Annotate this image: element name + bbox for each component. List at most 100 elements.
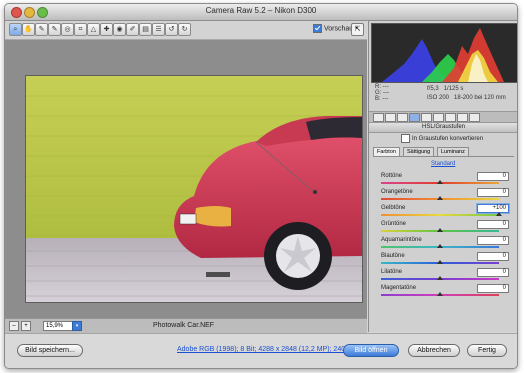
slider-value-field[interactable]: 0: [477, 236, 509, 245]
tool-bar: ⌕ ✋ ✎ ✎ ◎ ⌗ △ ✚ ◉ ✐ ▤ ☰ ↺ ↻ Vorschau ⇱: [5, 21, 367, 40]
zoom-dropdown-icon[interactable]: ▾: [72, 321, 82, 331]
tab-snapshots-icon[interactable]: [469, 113, 480, 122]
camera-info: R: --- G: --- B: --- f/5,3 1/125 s ISO 2…: [369, 83, 517, 109]
slider-value-field[interactable]: 0: [477, 284, 509, 293]
tab-presets-icon[interactable]: [457, 113, 468, 122]
exposure-info: f/5,3 1/125 s: [427, 86, 463, 92]
rgb-readout: R: --- G: --- B: ---: [375, 84, 389, 102]
adjustment-brush-icon[interactable]: ✐: [126, 23, 139, 36]
slider-label: Gelbtöne: [381, 205, 406, 211]
panel-tab-strip: [369, 111, 517, 123]
image-canvas: [5, 40, 367, 318]
open-image-button[interactable]: Bild öffnen: [343, 344, 399, 357]
crop-icon[interactable]: ⌗: [74, 23, 87, 36]
slider-label: Grüntöne: [381, 221, 407, 227]
cancel-button[interactable]: Abbrechen: [408, 344, 460, 357]
slider-value-field[interactable]: 0: [477, 172, 509, 181]
checkbox-icon[interactable]: [401, 134, 410, 143]
slider-label: Lilatöne: [381, 269, 403, 275]
slider-thumb-icon[interactable]: [437, 180, 443, 184]
car-photo: [26, 76, 362, 302]
photo-preview: [25, 75, 363, 303]
slider-thumb-icon[interactable]: [437, 276, 443, 280]
slider-value-field[interactable]: 0: [477, 188, 509, 197]
lens-info: ISO 200 18-200 bei 120 mm: [427, 95, 506, 101]
tab-hue[interactable]: Farbton: [373, 147, 400, 156]
color-sampler-icon[interactable]: ✎: [48, 23, 61, 36]
slider-thumb-icon[interactable]: [437, 196, 443, 200]
done-button[interactable]: Fertig: [467, 344, 507, 357]
tab-saturation[interactable]: Sättigung: [403, 147, 435, 156]
filename-label: Photowalk Car.NEF: [153, 322, 215, 329]
graduated-filter-icon[interactable]: ▤: [139, 23, 152, 36]
tab-lens-icon[interactable]: [433, 113, 444, 122]
slider-0[interactable]: Rottöne 0: [379, 172, 509, 189]
slider-7[interactable]: Magentatöne 0: [379, 284, 509, 301]
lens-value: 18-200 bei 120 mm: [454, 95, 506, 101]
slider-thumb-icon[interactable]: [437, 292, 443, 296]
preview-checkbox[interactable]: Vorschau: [313, 24, 353, 33]
tab-tone-curve-icon[interactable]: [385, 113, 396, 122]
spot-removal-icon[interactable]: ✚: [100, 23, 113, 36]
target-adjust-icon[interactable]: ◎: [61, 23, 74, 36]
straighten-icon[interactable]: △: [87, 23, 100, 36]
grayscale-checkbox[interactable]: In Graustufen konvertieren: [401, 134, 483, 143]
tab-luminance[interactable]: Luminanz: [437, 147, 469, 156]
checkbox-icon[interactable]: [313, 24, 322, 33]
slider-2[interactable]: Gelbtöne +100: [379, 204, 509, 221]
status-bar: – + 15,9% ▾ Photowalk Car.NEF: [5, 318, 367, 333]
slider-label: Blautöne: [381, 253, 405, 259]
panel-title: HSL/Graustufen: [369, 123, 517, 133]
slider-4[interactable]: Aquamarintöne 0: [379, 236, 509, 253]
tab-split-toning-icon[interactable]: [421, 113, 432, 122]
red-eye-icon[interactable]: ◉: [113, 23, 126, 36]
footer-bar: Bild speichern... Adobe RGB (1998); 8 Bi…: [5, 333, 517, 368]
shutter-value: 1/125 s: [443, 86, 464, 92]
adjustment-panel: R: --- G: --- B: --- f/5,3 1/125 s ISO 2…: [368, 21, 517, 332]
zoom-icon[interactable]: ⌕: [9, 23, 22, 36]
title-bar: Camera Raw 5.2 – Nikon D300: [5, 4, 517, 21]
tab-basic-icon[interactable]: [373, 113, 384, 122]
slider-3[interactable]: Grüntöne 0: [379, 220, 509, 237]
zoom-in-icon[interactable]: +: [21, 321, 31, 331]
camera-raw-window: Camera Raw 5.2 – Nikon D300 ⌕ ✋ ✎ ✎ ◎ ⌗ …: [4, 3, 518, 369]
slider-label: Aquamarintöne: [381, 237, 422, 243]
white-balance-icon[interactable]: ✎: [35, 23, 48, 36]
slider-thumb-icon[interactable]: [496, 212, 502, 216]
hsl-subtabs: Farbton Sättigung Luminanz: [373, 147, 514, 157]
slider-value-field[interactable]: 0: [477, 220, 509, 229]
standard-link[interactable]: Standard: [431, 161, 455, 167]
iso-value: ISO 200: [427, 95, 450, 101]
slider-value-field[interactable]: 0: [477, 252, 509, 261]
slider-thumb-icon[interactable]: [437, 244, 443, 248]
preferences-icon[interactable]: ☰: [152, 23, 165, 36]
zoom-out-icon[interactable]: –: [9, 321, 19, 331]
workflow-options-link[interactable]: Adobe RGB (1998); 8 Bit; 4288 x 2848 (12…: [177, 346, 356, 353]
histogram-graph: [382, 28, 504, 82]
aperture-value: f/5,3: [427, 86, 439, 92]
b-label: B:: [375, 96, 381, 102]
tab-detail-icon[interactable]: [397, 113, 408, 122]
tab-hsl-icon[interactable]: [409, 113, 420, 122]
slider-label: Orangetöne: [381, 189, 413, 195]
slider-1[interactable]: Orangetöne 0: [379, 188, 509, 205]
rotate-left-icon[interactable]: ↺: [165, 23, 178, 36]
window-title: Camera Raw 5.2 – Nikon D300: [205, 6, 317, 15]
slider-value-field[interactable]: +100: [477, 204, 509, 213]
fullscreen-icon[interactable]: ⇱: [351, 23, 364, 36]
preview-label: Vorschau: [324, 25, 354, 33]
tab-camera-calibration-icon[interactable]: [445, 113, 456, 122]
slider-6[interactable]: Lilatöne 0: [379, 268, 509, 285]
hand-icon[interactable]: ✋: [22, 23, 35, 36]
slider-5[interactable]: Blautöne 0: [379, 252, 509, 269]
rotate-right-icon[interactable]: ↻: [178, 23, 191, 36]
slider-thumb-icon[interactable]: [437, 228, 443, 232]
grayscale-label: In Graustufen konvertieren: [412, 136, 484, 143]
slider-label: Rottöne: [381, 173, 403, 179]
slider-thumb-icon[interactable]: [437, 260, 443, 264]
b-value: ---: [382, 96, 389, 102]
slider-value-field[interactable]: 0: [477, 268, 509, 277]
save-image-button[interactable]: Bild speichern...: [17, 344, 83, 357]
slider-track[interactable]: [381, 214, 499, 216]
zoom-level-field[interactable]: 15,9%: [43, 321, 73, 331]
